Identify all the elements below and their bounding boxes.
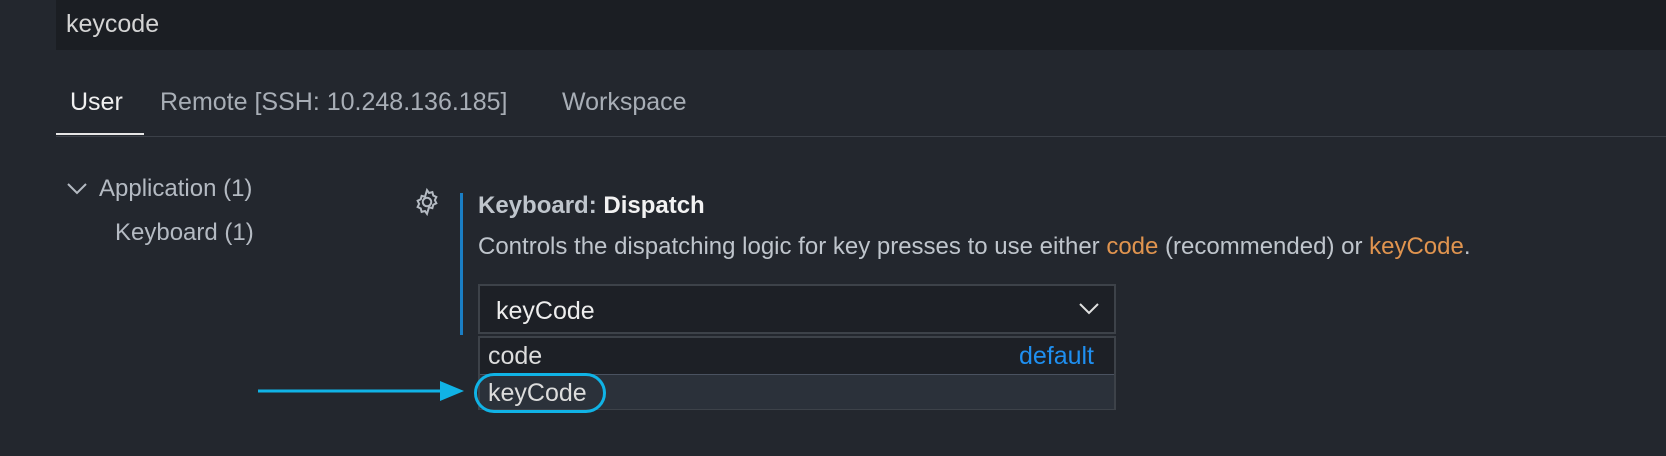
search-bar — [56, 0, 1666, 50]
description-keycode-value: keyCode — [1369, 233, 1464, 260]
description-text: Controls the dispatching logic for key p… — [478, 233, 1107, 260]
tab-user[interactable]: User — [70, 88, 123, 117]
description-code-value: code — [1106, 233, 1159, 260]
description-text: . — [1463, 233, 1471, 260]
tab-remote[interactable]: Remote [SSH: 10.248.136.185] — [160, 88, 507, 117]
setting-focus-indicator — [460, 193, 463, 335]
active-tab-indicator — [56, 133, 144, 135]
toc-item-keyboard[interactable]: Keyboard (1) — [115, 219, 254, 247]
setting-description: Controls the dispatching logic for key p… — [478, 233, 1471, 261]
setting-title: Keyboard: Dispatch — [478, 192, 705, 220]
toc-item-application[interactable]: Application (1) — [99, 175, 252, 203]
select-value: keyCode — [496, 297, 595, 325]
description-text: (recommended) or — [1158, 233, 1370, 260]
chevron-down-icon[interactable] — [66, 182, 88, 196]
option-label: code — [488, 342, 543, 370]
dispatch-select[interactable]: keyCode — [478, 284, 1116, 334]
setting-category: Keyboard: — [478, 192, 604, 219]
gear-icon[interactable] — [412, 187, 442, 217]
tab-workspace[interactable]: Workspace — [562, 88, 687, 117]
annotation-highlight-ring — [474, 373, 606, 413]
search-input[interactable] — [66, 10, 1566, 39]
settings-editor: User Remote [SSH: 10.248.136.185] Worksp… — [0, 0, 1666, 456]
default-badge: default — [1018, 342, 1094, 370]
option-code[interactable]: code default — [480, 338, 1114, 373]
settings-scope-tabs: User Remote [SSH: 10.248.136.185] Worksp… — [56, 80, 1666, 137]
chevron-down-icon — [1079, 303, 1099, 315]
setting-name: Dispatch — [603, 192, 705, 219]
arrow-right-icon — [258, 381, 464, 401]
